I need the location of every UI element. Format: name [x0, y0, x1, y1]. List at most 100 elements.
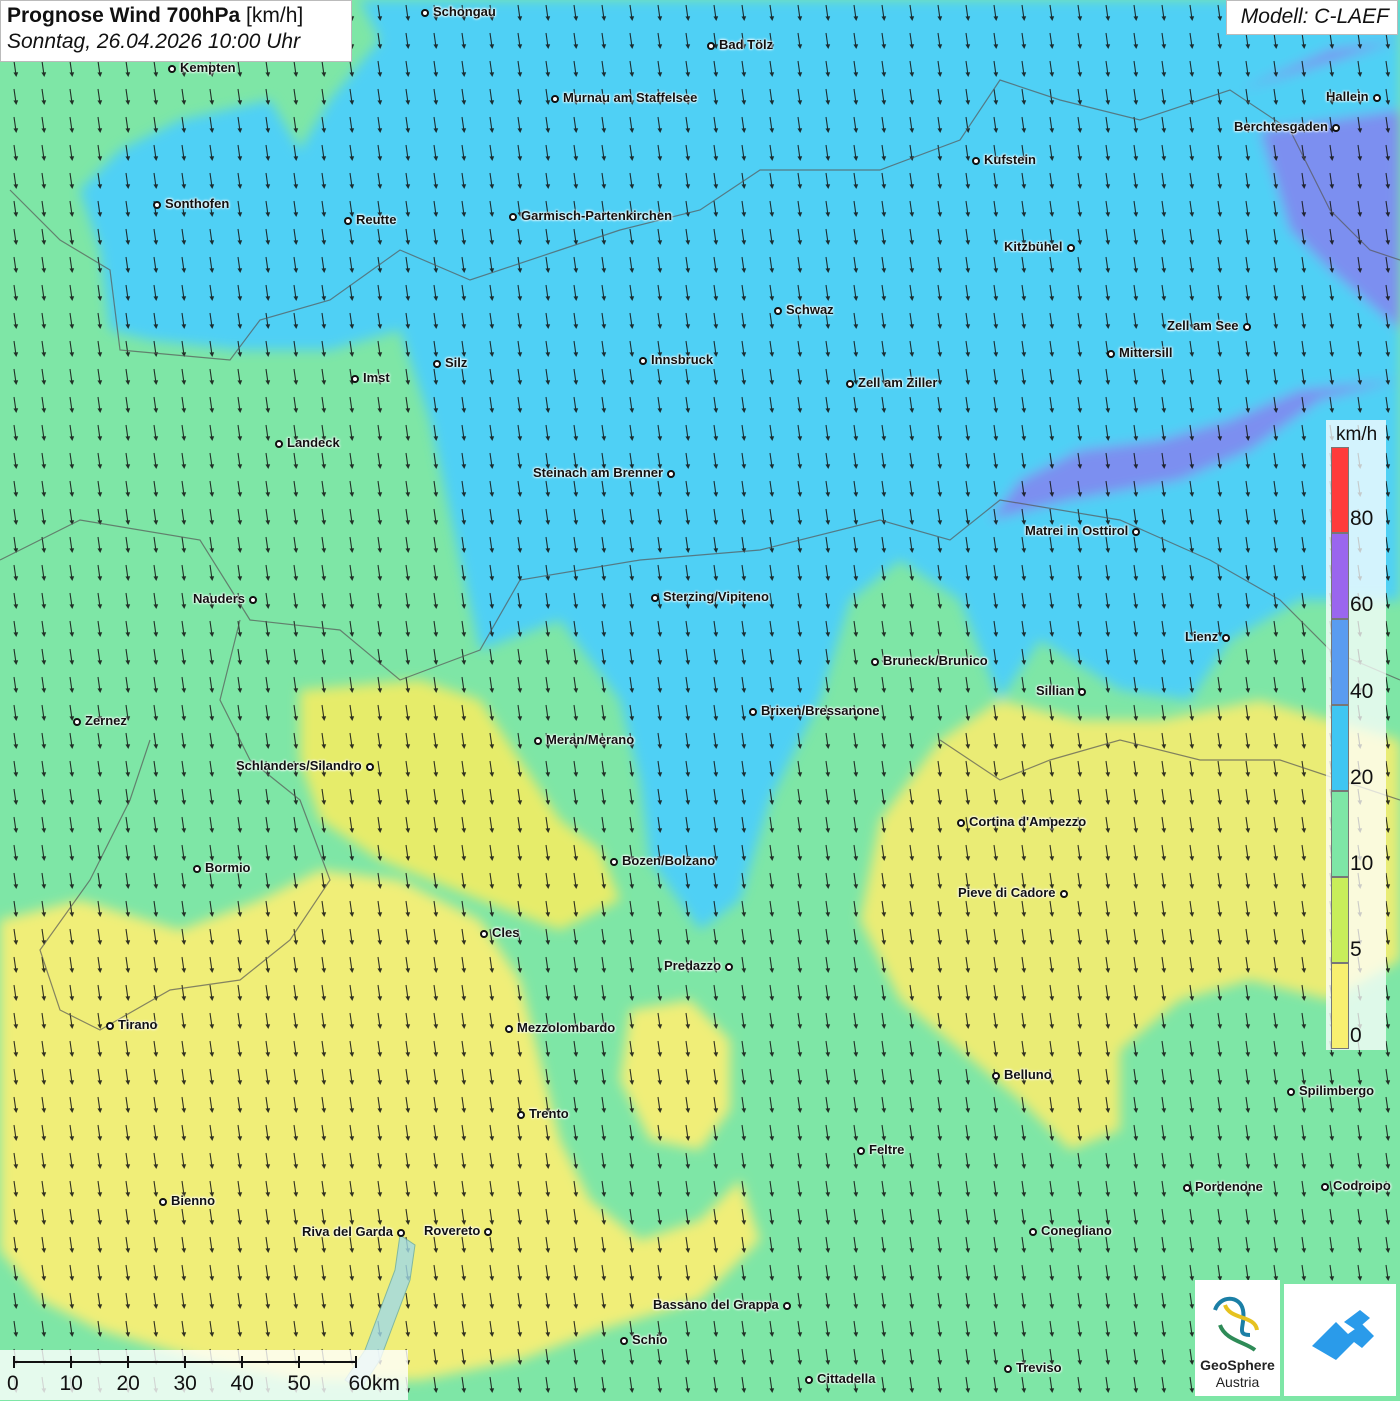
city-marker[interactable] — [484, 1228, 492, 1236]
city-label: Bormio — [205, 860, 251, 875]
city-label: Hallein — [1326, 89, 1369, 104]
city-marker[interactable] — [707, 42, 715, 50]
city-label: Matrei in Osttirol — [1025, 523, 1129, 538]
city-label: Sillian — [1036, 683, 1075, 698]
city-marker[interactable] — [749, 708, 757, 716]
city-marker[interactable] — [1332, 124, 1340, 132]
city-label: Zernez — [85, 713, 127, 728]
city-marker[interactable] — [505, 1025, 513, 1033]
map-title: Prognose Wind 700hPa [km/h] — [7, 4, 304, 27]
city-marker[interactable] — [1107, 350, 1115, 358]
city-marker[interactable] — [639, 357, 647, 365]
city-marker[interactable] — [1222, 634, 1230, 642]
city-marker[interactable] — [620, 1337, 628, 1345]
city-label: Codroipo — [1333, 1178, 1391, 1193]
city-marker[interactable] — [1060, 890, 1068, 898]
city-label: Conegliano — [1041, 1223, 1112, 1238]
city-marker[interactable] — [1132, 528, 1140, 536]
city-marker[interactable] — [480, 930, 488, 938]
city-marker[interactable] — [651, 594, 659, 602]
legend-segment — [1331, 963, 1349, 1049]
city-label: Brixen/Bressanone — [761, 703, 880, 718]
city-marker[interactable] — [433, 360, 441, 368]
city-label: Cles — [492, 925, 520, 940]
legend-tick-label: 80 — [1350, 507, 1374, 530]
city-label: Berchtesgaden — [1234, 119, 1328, 134]
scale-label: 20 — [116, 1372, 140, 1395]
title-box: Prognose Wind 700hPa [km/h] Sonntag, 26.… — [0, 0, 352, 62]
city-marker[interactable] — [1287, 1088, 1295, 1096]
city-label: Tirano — [118, 1017, 158, 1032]
forecast-datetime: Sonntag, 26.04.2026 10:00 Uhr — [7, 30, 301, 53]
city-marker[interactable] — [509, 213, 517, 221]
city-label: Imst — [363, 370, 390, 385]
city-marker[interactable] — [1183, 1184, 1191, 1192]
city-marker[interactable] — [193, 865, 201, 873]
city-marker[interactable] — [957, 819, 965, 827]
model-label: Modell: C-LAEF — [1226, 0, 1398, 35]
city-marker[interactable] — [551, 95, 559, 103]
city-marker[interactable] — [667, 470, 675, 478]
city-label: Zell am Ziller — [858, 375, 938, 390]
geosphere-logo-text: GeoSphere — [1200, 1357, 1275, 1373]
legend-segment — [1331, 791, 1349, 877]
city-marker[interactable] — [1243, 323, 1251, 331]
city-marker[interactable] — [351, 375, 359, 383]
city-label: Murnau am Staffelsee — [563, 90, 698, 105]
legend-tick-label: 5 — [1350, 938, 1362, 961]
city-marker[interactable] — [168, 65, 176, 73]
app-logo[interactable] — [1284, 1284, 1396, 1396]
city-label: Pordenone — [1195, 1179, 1263, 1194]
city-marker[interactable] — [366, 763, 374, 771]
city-marker[interactable] — [517, 1111, 525, 1119]
legend-tick-label: 0 — [1350, 1024, 1362, 1047]
legend-segment — [1331, 877, 1349, 963]
city-marker[interactable] — [1004, 1365, 1012, 1373]
city-label: Kempten — [180, 60, 236, 75]
city-label: Meran/Merano — [546, 732, 635, 747]
city-marker[interactable] — [153, 201, 161, 209]
city-label: Spilimbergo — [1299, 1083, 1375, 1098]
city-marker[interactable] — [972, 157, 980, 165]
city-label: Nauders — [193, 591, 246, 606]
city-marker[interactable] — [783, 1302, 791, 1310]
city-label: Trento — [529, 1106, 569, 1121]
city-marker[interactable] — [159, 1198, 167, 1206]
city-marker[interactable] — [397, 1229, 405, 1237]
city-label: Sterzing/Vipiteno — [663, 589, 769, 604]
city-marker[interactable] — [846, 380, 854, 388]
city-marker[interactable] — [73, 718, 81, 726]
legend-unit: km/h — [1336, 424, 1378, 445]
scale-label: 40 — [230, 1372, 254, 1395]
city-marker[interactable] — [725, 963, 733, 971]
city-label: Feltre — [869, 1142, 905, 1157]
city-label: Schio — [632, 1332, 668, 1347]
city-marker[interactable] — [610, 858, 618, 866]
city-label: Steinach am Brenner — [533, 465, 664, 480]
city-marker[interactable] — [106, 1022, 114, 1030]
city-marker[interactable] — [534, 737, 542, 745]
city-marker[interactable] — [871, 658, 879, 666]
city-marker[interactable] — [774, 307, 782, 315]
city-marker[interactable] — [249, 596, 257, 604]
legend-tick-label: 10 — [1350, 852, 1374, 875]
city-marker[interactable] — [1321, 1183, 1329, 1191]
city-label: Bad Tölz — [719, 37, 774, 52]
city-label: Sonthofen — [165, 196, 230, 211]
city-marker[interactable] — [344, 217, 352, 225]
city-marker[interactable] — [275, 440, 283, 448]
city-label: Innsbruck — [651, 352, 714, 367]
city-marker[interactable] — [421, 9, 429, 17]
city-marker[interactable] — [1078, 688, 1086, 696]
city-marker[interactable] — [1067, 244, 1075, 252]
city-label: Lienz — [1185, 629, 1219, 644]
city-label: Landeck — [287, 435, 340, 450]
city-label: Bassano del Grappa — [653, 1297, 779, 1312]
legend-segment — [1331, 447, 1349, 533]
city-marker[interactable] — [857, 1147, 865, 1155]
city-marker[interactable] — [992, 1072, 1000, 1080]
city-marker[interactable] — [1029, 1228, 1037, 1236]
city-label: Silz — [445, 355, 468, 370]
city-marker[interactable] — [1373, 94, 1381, 102]
city-marker[interactable] — [805, 1376, 813, 1384]
